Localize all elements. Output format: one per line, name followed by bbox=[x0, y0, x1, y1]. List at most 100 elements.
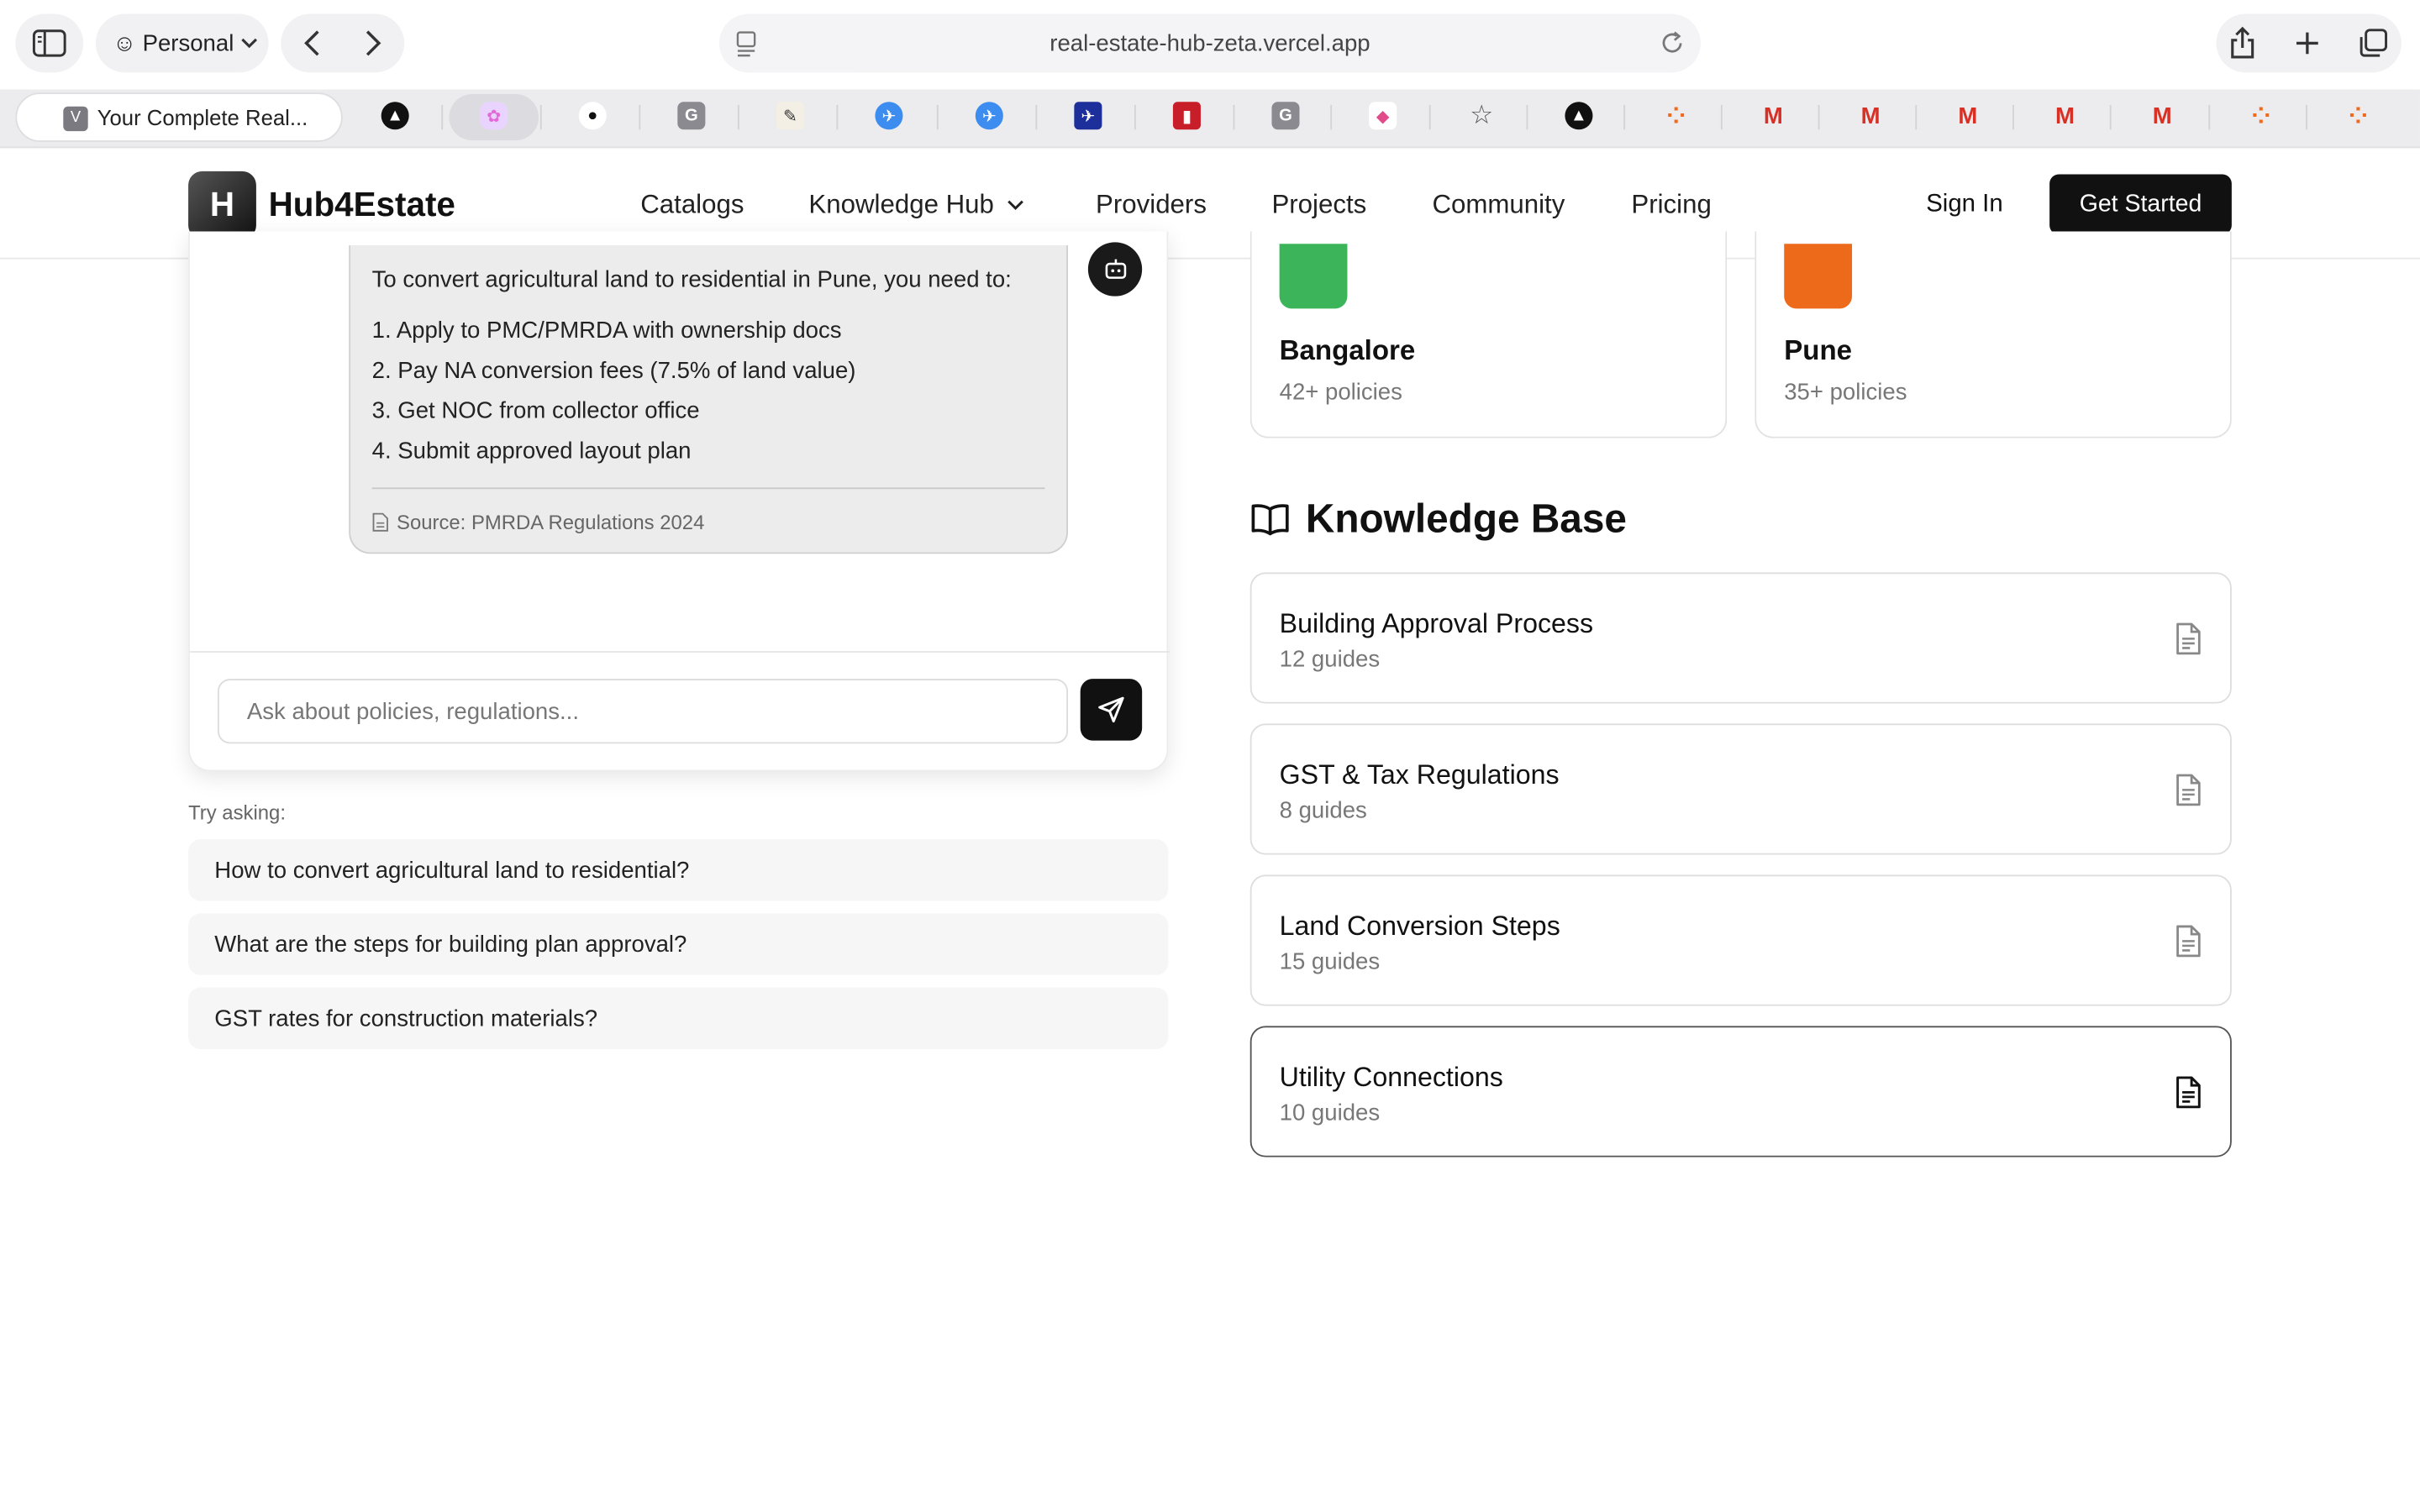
suggestion-chip[interactable]: How to convert agricultural land to resi… bbox=[188, 839, 1169, 901]
tab-separator bbox=[2109, 104, 2112, 130]
nav-catalogs[interactable]: Catalogs bbox=[640, 190, 744, 221]
kb-item-count: 15 guides bbox=[1279, 948, 1381, 975]
nav-pricing[interactable]: Pricing bbox=[1631, 190, 1711, 221]
gmail-icon[interactable]: M bbox=[1760, 102, 1787, 129]
drawing-app-icon[interactable]: ✎ bbox=[776, 102, 804, 130]
city-card-bangalore[interactable]: Bangalore 42+ policies bbox=[1249, 231, 1728, 438]
gmail-icon-5[interactable]: M bbox=[2149, 102, 2176, 129]
back-arrow-icon[interactable] bbox=[302, 29, 321, 57]
tab-separator bbox=[836, 104, 839, 130]
compass-blue-icon-2[interactable]: ✈ bbox=[975, 102, 1003, 130]
send-icon bbox=[1098, 696, 1124, 723]
red-book-icon[interactable]: ▮ bbox=[1172, 102, 1201, 130]
sign-in-link[interactable]: Sign In bbox=[1926, 192, 2002, 219]
github-icon[interactable]: ● bbox=[578, 102, 607, 130]
triangle-logo-icon-2[interactable]: ▲ bbox=[1565, 102, 1593, 130]
kb-item-count: 8 guides bbox=[1279, 797, 1367, 824]
kb-item-land-conversion[interactable]: Land Conversion Steps 15 guides bbox=[1249, 874, 2232, 1006]
chat-input[interactable]: Ask about policies, regulations... bbox=[217, 679, 1068, 744]
tab-separator bbox=[1035, 104, 1038, 130]
chevron-down-icon bbox=[240, 38, 257, 49]
brand-name[interactable]: Hub4Estate bbox=[269, 185, 455, 225]
nav-knowledge-hub-label: Knowledge Hub bbox=[808, 189, 994, 219]
tab-separator bbox=[441, 104, 444, 130]
profile-switcher[interactable]: ☺ Personal bbox=[95, 13, 269, 73]
source-text: Source: PMRDA Regulations 2024 bbox=[397, 510, 705, 534]
nav-knowledge-hub[interactable]: Knowledge Hub bbox=[808, 190, 1024, 221]
window-actions bbox=[2216, 13, 2402, 73]
knowledge-base-title: Knowledge Base bbox=[1305, 495, 1627, 542]
city-name: Pune bbox=[1784, 334, 1853, 366]
gmail-icon-4[interactable]: M bbox=[2051, 102, 2079, 129]
kb-item-gst-tax[interactable]: GST & Tax Regulations 8 guides bbox=[1249, 723, 2232, 855]
city-color-badge bbox=[1784, 244, 1853, 309]
chat-divider bbox=[189, 651, 1171, 653]
tab-separator bbox=[1915, 104, 1918, 130]
policy-chat-card: To convert agricultural land to resident… bbox=[188, 231, 1171, 772]
gmail-icon-2[interactable]: M bbox=[1857, 102, 1885, 129]
tab-overview-icon[interactable] bbox=[2358, 28, 2389, 59]
sidebar-icon bbox=[32, 29, 66, 57]
tab-favicon: V bbox=[63, 106, 88, 132]
nav-community[interactable]: Community bbox=[1432, 190, 1565, 221]
sidebar-toggle-button[interactable] bbox=[15, 13, 84, 73]
kb-item-title: Utility Connections bbox=[1279, 1061, 1503, 1093]
tab-title: Your Complete Real... bbox=[97, 104, 308, 130]
kb-item-utility-connections[interactable]: Utility Connections 10 guides bbox=[1249, 1026, 2232, 1158]
tab-separator bbox=[2306, 104, 2307, 130]
step-item: 3. Get NOC from collector office bbox=[371, 397, 700, 425]
forward-arrow-icon[interactable] bbox=[364, 29, 382, 57]
g-app-icon[interactable]: G bbox=[677, 102, 706, 130]
city-policy-count: 42+ policies bbox=[1279, 379, 1402, 407]
suggestion-chip[interactable]: What are the steps for building plan app… bbox=[188, 913, 1169, 975]
gmail-icon-3[interactable]: M bbox=[1954, 102, 1981, 129]
nav-projects[interactable]: Projects bbox=[1271, 190, 1366, 221]
tab-separator bbox=[1526, 104, 1528, 130]
file-text-icon bbox=[2176, 622, 2201, 655]
logo-mark[interactable]: H bbox=[188, 171, 256, 239]
kb-item-count: 12 guides bbox=[1279, 646, 1381, 673]
try-asking-label: Try asking: bbox=[188, 801, 286, 824]
tab-separator bbox=[936, 104, 939, 130]
get-started-button[interactable]: Get Started bbox=[2049, 174, 2232, 235]
share-icon[interactable] bbox=[2228, 26, 2256, 60]
orange-dots-icon-3[interactable]: ⁘ bbox=[2344, 102, 2372, 129]
tab-separator bbox=[1720, 104, 1723, 130]
tab-active[interactable]: V Your Complete Real... bbox=[15, 92, 343, 142]
tab-bar: V Your Complete Real... ▲ ✿ ● G ✎ ✈ ✈ ✈ ▮ G ◆ ☆ ▲ ⁘ M M… bbox=[0, 89, 2420, 149]
pink-flower-icon[interactable]: ✿ bbox=[480, 102, 508, 130]
chevron-down-icon bbox=[1007, 200, 1023, 211]
city-color-badge bbox=[1279, 244, 1348, 309]
compass-blue-icon[interactable]: ✈ bbox=[875, 102, 903, 130]
triangle-logo-icon[interactable]: ▲ bbox=[381, 102, 409, 130]
step-item: 4. Submit approved layout plan bbox=[371, 438, 692, 465]
profile-label: Personal bbox=[142, 29, 234, 57]
kb-item-building-approval[interactable]: Building Approval Process 12 guides bbox=[1249, 572, 2232, 704]
document-icon bbox=[372, 512, 388, 532]
new-tab-icon[interactable] bbox=[2293, 29, 2321, 57]
address-bar[interactable]: real-estate-hub-zeta.vercel.app bbox=[718, 13, 1702, 73]
orange-dots-icon-2[interactable]: ⁘ bbox=[2247, 102, 2275, 129]
nav-providers[interactable]: Providers bbox=[1096, 190, 1207, 221]
city-policy-count: 35+ policies bbox=[1784, 379, 1907, 407]
tab-separator bbox=[1623, 104, 1626, 130]
suggestion-chip[interactable]: GST rates for construction materials? bbox=[188, 987, 1169, 1049]
city-card-pune[interactable]: Pune 35+ policies bbox=[1754, 231, 2232, 438]
orange-dots-icon[interactable]: ⁘ bbox=[1662, 102, 1690, 129]
tab-separator bbox=[1134, 104, 1136, 130]
reader-icon[interactable] bbox=[734, 29, 759, 57]
bot-message-steps: 1. Apply to PMC/PMRDA with ownership doc… bbox=[372, 312, 1045, 472]
divider bbox=[371, 487, 1045, 490]
robot-icon bbox=[1104, 258, 1126, 278]
send-button[interactable] bbox=[1080, 679, 1143, 741]
plane-dark-icon[interactable]: ✈ bbox=[1074, 102, 1102, 130]
g-app-icon-2[interactable]: G bbox=[1271, 102, 1300, 130]
star-icon[interactable]: ☆ bbox=[1468, 100, 1496, 129]
history-nav bbox=[281, 13, 405, 73]
reload-icon[interactable] bbox=[1660, 29, 1685, 57]
kb-item-title: GST & Tax Regulations bbox=[1279, 759, 1560, 790]
open-book-icon bbox=[1251, 503, 1289, 535]
gradient-app-icon[interactable]: ◆ bbox=[1369, 102, 1397, 130]
url-text: real-estate-hub-zeta.vercel.app bbox=[1050, 29, 1370, 57]
browser-toolbar: ☺ Personal real-estate-hub-zeta.vercel.a… bbox=[0, 0, 2420, 90]
